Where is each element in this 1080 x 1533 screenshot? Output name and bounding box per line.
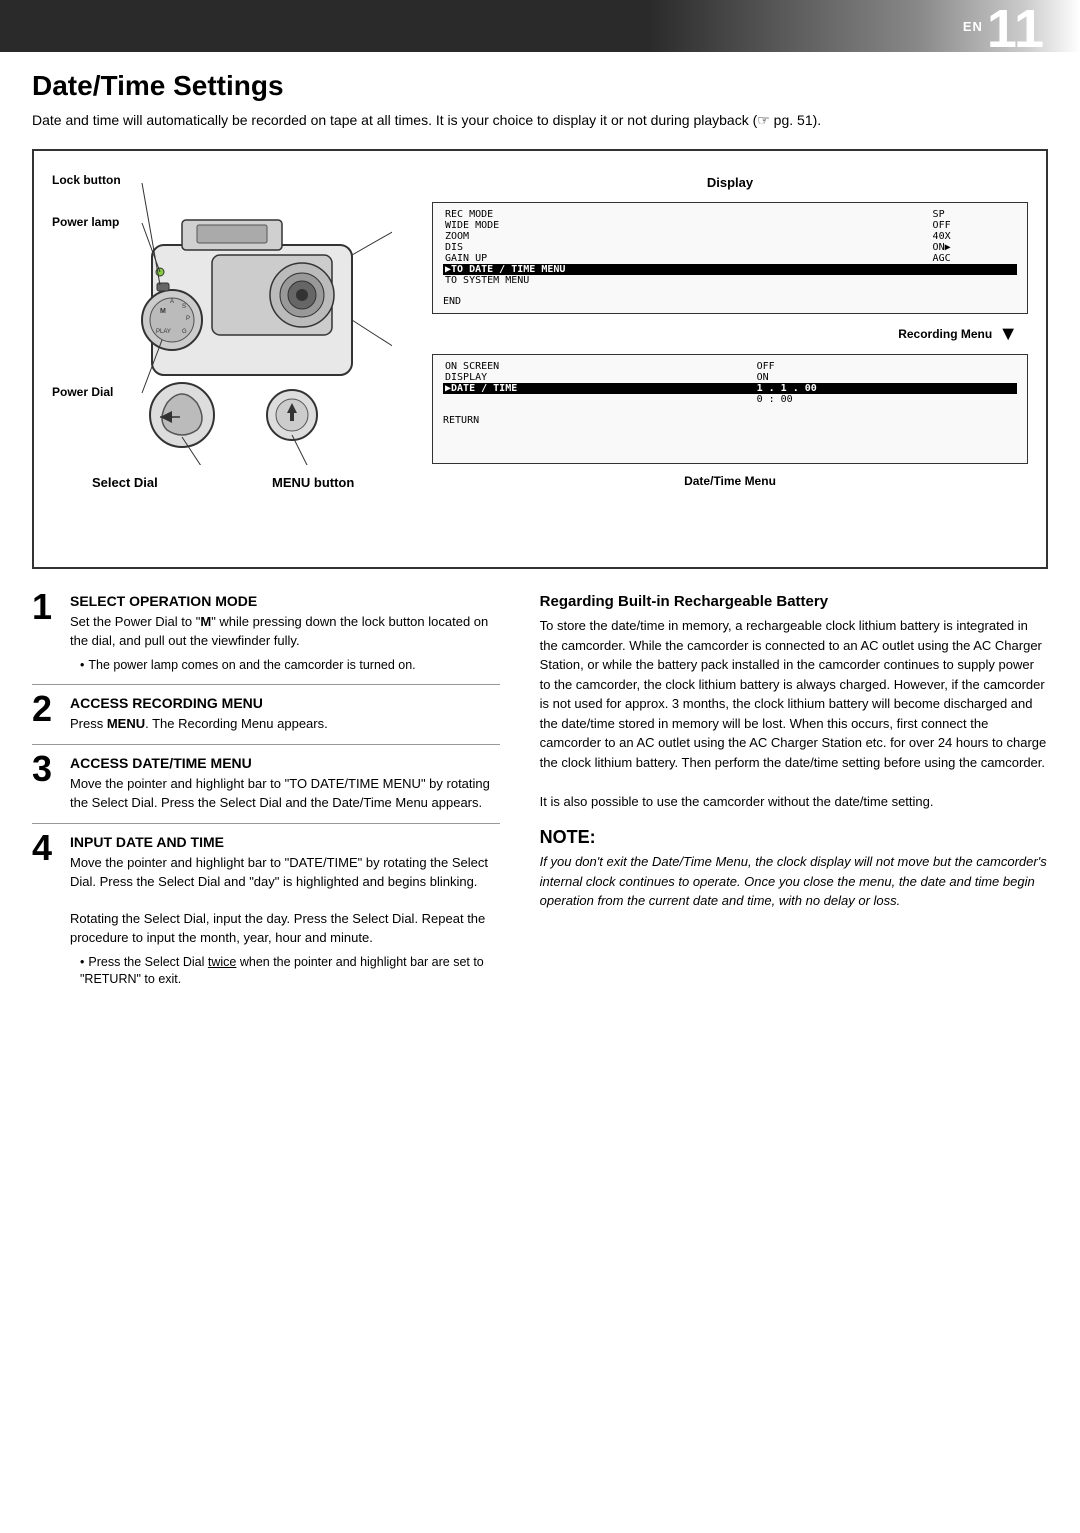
left-column: 1 SELECT OPERATION MODE Set the Power Di…	[32, 593, 520, 1009]
svg-text:A: A	[170, 299, 174, 305]
step-1-body: Set the Power Dial to "M" while pressing…	[70, 613, 500, 651]
svg-text:PLAY: PLAY	[156, 329, 171, 335]
step-3-number: 3	[32, 751, 60, 813]
return-label: RETURN	[443, 415, 1017, 426]
step-1-bullet: The power lamp comes on and the camcorde…	[70, 657, 500, 675]
datetime-menu-screen: ON SCREENOFF DISPLAYON ▶DATE / TIME1 . 1…	[432, 354, 1028, 464]
diagram-box: Lock button Power lamp Power Dial Select…	[32, 149, 1048, 569]
label-select-dial: Select Dial	[92, 475, 158, 490]
step-4-title: INPUT DATE AND TIME	[70, 834, 500, 850]
camcorder-illustration: M A S P G PLAY	[52, 165, 392, 465]
right-column: Regarding Built-in Rechargeable Battery …	[520, 593, 1048, 1009]
note-section: NOTE: If you don't exit the Date/Time Me…	[540, 827, 1048, 911]
page-number: 11	[987, 2, 1044, 56]
diagram-right: Display REC MODESP WIDE MODEOFF ZOOM40X …	[432, 165, 1028, 557]
step-3-title: ACCESS DATE/TIME MENU	[70, 755, 500, 771]
note-body: If you don't exit the Date/Time Menu, th…	[540, 852, 1048, 911]
display-label: Display	[432, 175, 1028, 190]
step-1-title: SELECT OPERATION MODE	[70, 593, 500, 609]
svg-text:M: M	[160, 308, 166, 315]
step-4-number: 4	[32, 830, 60, 989]
diagram-left: Lock button Power lamp Power Dial Select…	[52, 165, 422, 557]
note-title: NOTE:	[540, 827, 1048, 848]
step-3-content: ACCESS DATE/TIME MENU Move the pointer a…	[70, 755, 500, 813]
intro-text: Date and time will automatically be reco…	[32, 110, 1048, 131]
step-2-content: ACCESS RECORDING MENU Press MENU. The Re…	[70, 695, 500, 734]
battery-body: To store the date/time in memory, a rech…	[540, 616, 1048, 811]
en-label: EN	[963, 19, 983, 34]
step-2-title: ACCESS RECORDING MENU	[70, 695, 500, 711]
step-4-body: Move the pointer and highlight bar to "D…	[70, 854, 500, 948]
step-3-body: Move the pointer and highlight bar to "T…	[70, 775, 500, 813]
svg-text:G: G	[182, 329, 187, 335]
step-4-bullet: Press the Select Dial twice when the poi…	[70, 954, 500, 989]
main-content: 1 SELECT OPERATION MODE Set the Power Di…	[32, 593, 1048, 1009]
step-2-number: 2	[32, 691, 60, 734]
step-2-body: Press MENU. The Recording Menu appears.	[70, 715, 500, 734]
datetime-menu-label: Date/Time Menu	[432, 474, 1028, 488]
label-menu-button: MENU button	[272, 475, 354, 490]
step-3: 3 ACCESS DATE/TIME MENU Move the pointer…	[32, 755, 500, 824]
svg-text:S: S	[182, 304, 186, 310]
recording-menu-label: Recording Menu	[432, 327, 992, 341]
battery-title: Regarding Built-in Rechargeable Battery	[540, 593, 1048, 610]
recording-menu-screen: REC MODESP WIDE MODEOFF ZOOM40X DISON▶ G…	[432, 202, 1028, 314]
step-4-content: INPUT DATE AND TIME Move the pointer and…	[70, 834, 500, 989]
svg-text:P: P	[186, 316, 190, 322]
arrow-down-icon: ▼	[998, 324, 1018, 344]
battery-section: Regarding Built-in Rechargeable Battery …	[540, 593, 1048, 811]
step-1-number: 1	[32, 589, 60, 674]
step-1-content: SELECT OPERATION MODE Set the Power Dial…	[70, 593, 500, 674]
step-1: 1 SELECT OPERATION MODE Set the Power Di…	[32, 593, 500, 685]
step-4: 4 INPUT DATE AND TIME Move the pointer a…	[32, 834, 500, 999]
end-label: END	[443, 296, 1017, 307]
page-title: Date/Time Settings	[32, 70, 1048, 102]
step-2: 2 ACCESS RECORDING MENU Press MENU. The …	[32, 695, 500, 745]
header-bar: EN 11	[0, 0, 1080, 52]
